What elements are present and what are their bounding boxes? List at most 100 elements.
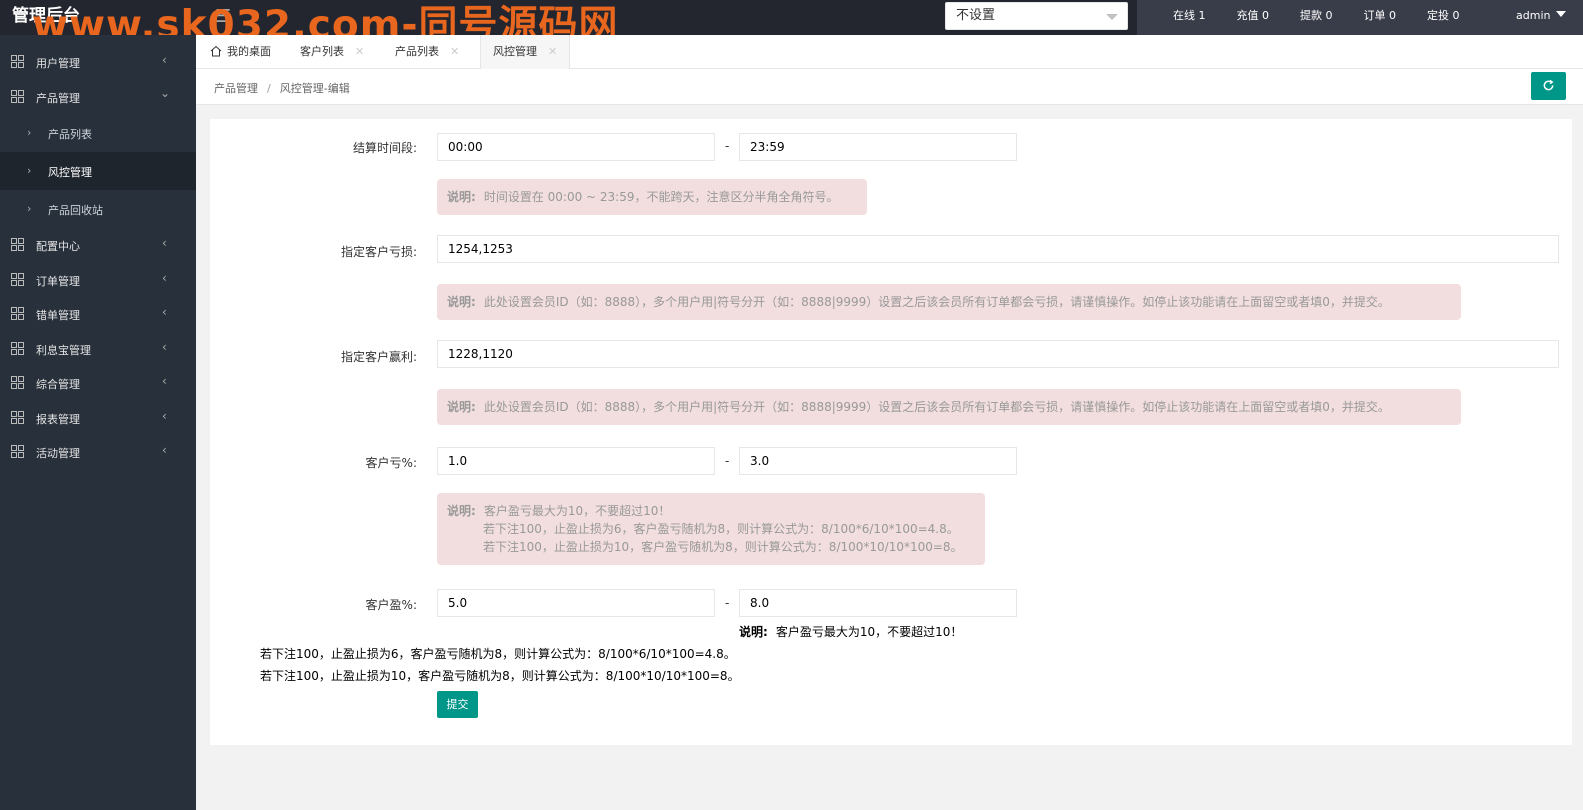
win-ids-input[interactable]: 1228,1120 — [437, 340, 1559, 368]
settle-time-label: 结算时间段: — [352, 141, 417, 155]
win-ids-note: 说明: 此处设置会员ID（如：8888），多个用户用|符号分开（如：8888|99… — [437, 389, 1461, 425]
top-stats: 在线 1 充值 0 提款 0 订单 0 定投 0 — [1173, 0, 1491, 35]
sidebar-subitem-product-list[interactable]: › 产品列表 — [0, 114, 196, 152]
grid-icon — [11, 273, 24, 286]
sidebar-item-label: 订单管理 — [36, 275, 80, 288]
close-icon[interactable]: ✕ — [548, 45, 557, 58]
grid-icon — [11, 411, 24, 424]
note-text: 此处设置会员ID（如：8888），多个用户用|符号分开（如：8888|9999）… — [483, 295, 1390, 309]
chevron-right-icon: › — [27, 164, 32, 177]
grid-icon — [11, 90, 24, 103]
win-pct-label: 客户盈%: — [365, 598, 417, 612]
sidebar-item-label: 配置中心 — [36, 240, 80, 253]
refresh-button[interactable] — [1531, 72, 1566, 100]
sidebar-item-reports[interactable]: 报表管理 ‹ — [0, 401, 196, 435]
chevron-left-icon: ‹ — [162, 340, 167, 354]
refresh-icon — [1543, 79, 1554, 91]
sidebar: 用户管理 ‹ 产品管理 ⌄ › 产品列表 › 风控管理 › 产品回收站 配置中心… — [0, 35, 196, 810]
chevron-left-icon: ‹ — [162, 374, 167, 388]
breadcrumb-current: 风控管理-编辑 — [279, 82, 350, 95]
win-pct-min-input[interactable]: 5.0 — [437, 589, 715, 617]
tab-product-list[interactable]: 产品列表 ✕ — [395, 35, 459, 69]
tab-label: 客户列表 — [300, 45, 344, 58]
sidebar-item-config[interactable]: 配置中心 ‹ — [0, 228, 196, 262]
sidebar-subitem-label: 产品回收站 — [48, 204, 103, 217]
stat-withdraw[interactable]: 提款 0 — [1300, 0, 1333, 35]
win-pct-max-input[interactable]: 8.0 — [739, 589, 1017, 617]
pct-note: 说明: 客户盈亏最大为10，不要超过10！ 若下注100，止盈止损为6，客户盈亏随… — [437, 493, 985, 565]
range-dash: - — [725, 454, 730, 468]
note-prefix: 说明: — [447, 400, 476, 414]
chevron-left-icon: ‹ — [162, 443, 167, 457]
caret-down-icon — [1556, 11, 1567, 17]
top-header: 管理后台 ☰ www.sk032.com-同号源码网 不设置 在线 1 充值 0… — [0, 0, 1583, 48]
win-pct-note-line-1: 说明: 客户盈亏最大为10，不要超过10！ — [739, 623, 962, 640]
note-prefix: 说明: — [447, 295, 476, 309]
win-ids-label: 指定客户赢利: — [340, 350, 417, 364]
top-select-value: 不设置 — [956, 8, 996, 23]
note-line-3: 若下注100，止盈止损为10，客户盈亏随机为8，则计算公式为：8/100*10/… — [483, 540, 963, 554]
chevron-left-icon: ‹ — [162, 271, 167, 285]
tab-label: 风控管理 — [493, 45, 537, 58]
sidebar-item-label: 活动管理 — [36, 447, 80, 460]
loss-pct-max-input[interactable]: 3.0 — [739, 447, 1017, 475]
chevron-left-icon: ‹ — [162, 53, 167, 67]
grid-icon — [11, 445, 24, 458]
stat-orders[interactable]: 订单 0 — [1364, 0, 1397, 35]
sidebar-item-label: 利息宝管理 — [36, 344, 91, 357]
chevron-down-icon — [1106, 14, 1118, 20]
note-line-1: 客户盈亏最大为10，不要超过10！ — [483, 504, 671, 518]
breadcrumb-bar: 产品管理 / 风控管理-编辑 — [196, 69, 1583, 105]
chevron-down-icon: ⌄ — [160, 86, 171, 100]
win-pct-note-line-3: 若下注100，止盈止损为10，客户盈亏随机为8，则计算公式为：8/100*10/… — [260, 669, 740, 683]
grid-icon — [11, 55, 24, 68]
sidebar-subitem-label: 风控管理 — [48, 166, 92, 179]
note-prefix: 说明: — [447, 190, 476, 204]
win-pct-note-line-2: 若下注100，止盈止损为6，客户盈亏随机为8，则计算公式为：8/100*6/10… — [260, 647, 736, 661]
close-icon[interactable]: ✕ — [355, 45, 364, 58]
sidebar-item-error-orders[interactable]: 错单管理 ‹ — [0, 297, 196, 331]
sidebar-subitem-recycle-bin[interactable]: › 产品回收站 — [0, 190, 196, 228]
settle-end-input[interactable]: 23:59 — [739, 133, 1017, 161]
sidebar-item-label: 产品管理 — [36, 92, 80, 105]
tab-bar: 我的桌面 客户列表 ✕ 产品列表 ✕ 风控管理 ✕ — [196, 35, 1583, 69]
sidebar-item-activities[interactable]: 活动管理 ‹ — [0, 435, 196, 469]
submit-button[interactable]: 提交 — [437, 691, 478, 718]
loss-pct-min-input[interactable]: 1.0 — [437, 447, 715, 475]
top-select[interactable]: 不设置 — [945, 2, 1128, 30]
sidebar-item-label: 错单管理 — [36, 309, 80, 322]
breadcrumb-parent[interactable]: 产品管理 — [214, 82, 258, 95]
range-dash: - — [725, 596, 730, 610]
sidebar-item-interest[interactable]: 利息宝管理 ‹ — [0, 332, 196, 366]
stat-online[interactable]: 在线 1 — [1173, 0, 1206, 35]
loss-ids-input[interactable]: 1254,1253 — [437, 235, 1559, 263]
tab-customer-list[interactable]: 客户列表 ✕ — [300, 35, 364, 69]
sidebar-item-products[interactable]: 产品管理 ⌄ — [0, 80, 196, 114]
breadcrumb-separator: / — [267, 82, 271, 95]
stat-fixed[interactable]: 定投 0 — [1427, 0, 1460, 35]
close-icon[interactable]: ✕ — [450, 45, 459, 58]
grid-icon — [11, 376, 24, 389]
range-dash: - — [725, 139, 730, 153]
chevron-right-icon: › — [27, 126, 32, 139]
sidebar-item-orders[interactable]: 订单管理 ‹ — [0, 263, 196, 297]
sidebar-item-label: 用户管理 — [36, 57, 80, 70]
user-menu[interactable]: admin — [1516, 0, 1567, 31]
settle-start-input[interactable]: 00:00 — [437, 133, 715, 161]
loss-ids-note: 说明: 此处设置会员ID（如：8888），多个用户用|符号分开（如：8888|99… — [437, 284, 1461, 320]
sidebar-item-users[interactable]: 用户管理 ‹ — [0, 45, 196, 79]
tab-home[interactable]: 我的桌面 — [210, 35, 271, 69]
chevron-left-icon: ‹ — [162, 409, 167, 423]
user-name: admin — [1516, 9, 1551, 22]
chevron-right-icon: › — [27, 202, 32, 215]
sidebar-subitem-risk-control[interactable]: › 风控管理 — [0, 152, 196, 190]
chevron-left-icon: ‹ — [162, 305, 167, 319]
stat-recharge[interactable]: 充值 0 — [1237, 0, 1270, 35]
sidebar-item-general[interactable]: 综合管理 ‹ — [0, 366, 196, 400]
grid-icon — [11, 342, 24, 355]
sidebar-item-label: 报表管理 — [36, 413, 80, 426]
tab-risk-control[interactable]: 风控管理 ✕ — [480, 35, 571, 69]
breadcrumb: 产品管理 / 风控管理-编辑 — [214, 80, 350, 96]
chevron-left-icon: ‹ — [162, 236, 167, 250]
tab-label: 产品列表 — [395, 45, 439, 58]
